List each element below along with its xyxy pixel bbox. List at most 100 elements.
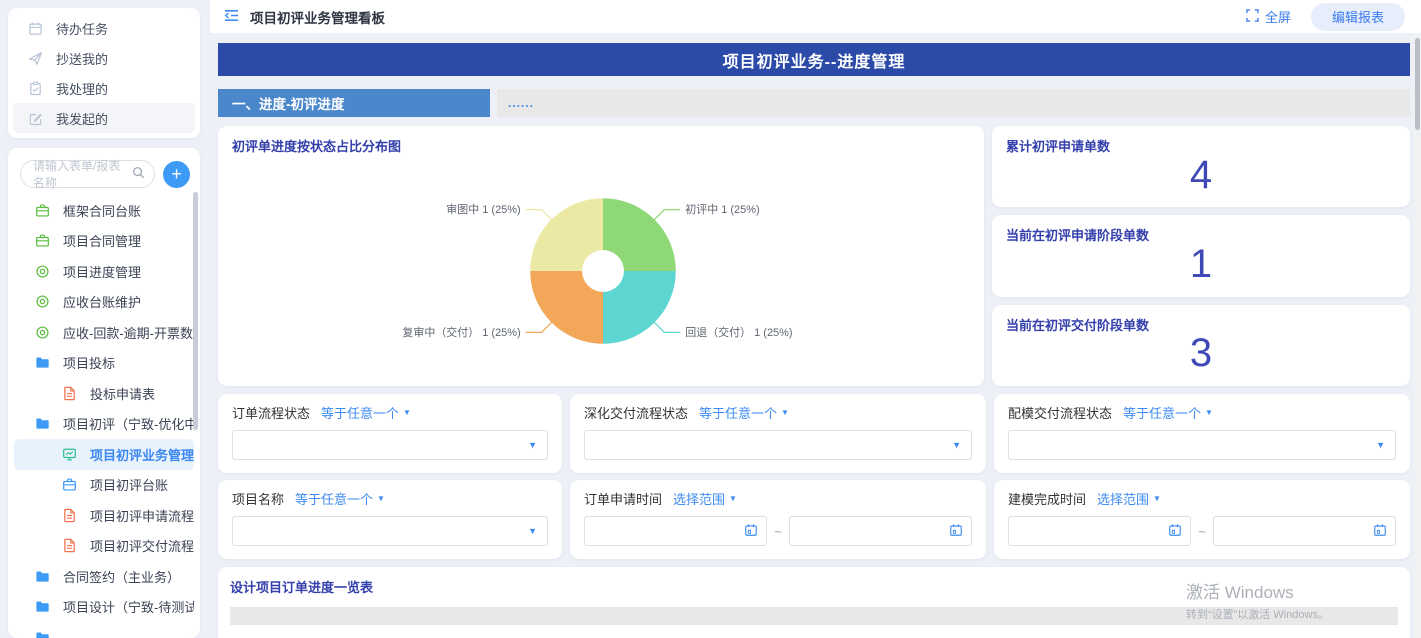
filter-operator-link[interactable]: 等于任意一个 ▼ [1123, 403, 1213, 422]
chevron-down-icon: ▼ [1153, 495, 1161, 503]
filter-operator-text: 等于任意一个 [1123, 403, 1201, 422]
table-title: 设计项目订单进度一览表 [230, 577, 1398, 596]
quick-menu-item-0[interactable]: 待办任务 [13, 13, 195, 43]
sidebar-item-8[interactable]: 项目初评业务管理看板 [14, 439, 194, 470]
search-input[interactable]: 请输入表单/报表名称 [20, 160, 155, 188]
filter-label: 建模完成时间 [1008, 489, 1086, 508]
pie-chart-card: 初评单进度按状态占比分布图 初评中 1 (25%)回退（交付） 1 (25%)复… [218, 126, 984, 386]
calendar-icon [744, 523, 758, 540]
search-placeholder: 请输入表单/报表名称 [33, 157, 132, 191]
quick-menu-item-3[interactable]: 我发起的 [13, 103, 195, 133]
chevron-down-icon: ▼ [729, 495, 737, 503]
sidebar-item-label: 项目初评交付流程表单 [90, 536, 194, 555]
add-form-button[interactable]: + [163, 161, 190, 188]
filter-operator-link[interactable]: 选择范围 ▼ [1097, 489, 1161, 508]
range-separator: ~ [1198, 524, 1206, 539]
filter-operator-link[interactable]: 等于任意一个▼ [699, 403, 789, 422]
pie-chart: 初评中 1 (25%)回退（交付） 1 (25%)复审中（交付） 1 (25%)… [232, 154, 970, 382]
donut-chart-svg: 初评中 1 (25%)回退（交付） 1 (25%)复审中（交付） 1 (25%)… [232, 152, 970, 384]
calendar-check-icon [27, 21, 43, 36]
tab-more[interactable]: ...... [497, 89, 1410, 117]
folder-icon [34, 569, 50, 584]
filter-card-2: 配模交付流程状态等于任意一个 ▼ ▼ [994, 394, 1410, 473]
filter-select[interactable]: ▼ [1008, 430, 1396, 460]
folder-icon [34, 355, 50, 370]
main-area: 项目初评业务管理看板 全屏 编辑报表 项目初评业务--进度管理 一、进度-初评进… [210, 0, 1421, 638]
sidebar-item-label: 项目设计（宁致-待测试） [63, 597, 194, 616]
filter-card-0: 订单流程状态等于任意一个▼▼ [218, 394, 562, 473]
edit-report-button[interactable]: 编辑报表 [1311, 3, 1405, 31]
sidebar-item-6[interactable]: 投标申请表 [14, 378, 194, 409]
main-scrollbar[interactable] [1414, 35, 1421, 638]
filter-operator-link[interactable]: 选择范围▼ [673, 489, 737, 508]
pie-label: 审图中 1 (25%) [446, 202, 520, 216]
sidebar-item-label: 项目进度管理 [63, 262, 141, 281]
top-grid: 初评单进度按状态占比分布图 初评中 1 (25%)回退（交付） 1 (25%)复… [218, 126, 1410, 386]
filter-operator-text: 选择范围 [1097, 489, 1149, 508]
sidebar-item-3[interactable]: 应收台账维护 [14, 287, 194, 318]
dashboard-banner-title: 项目初评业务--进度管理 [218, 43, 1410, 76]
fullscreen-label: 全屏 [1265, 7, 1291, 26]
stat-card-value: 3 [1006, 328, 1396, 380]
dashboard-icon [61, 447, 77, 462]
sidebar-item-4[interactable]: 应收-回款-逾期-开票数据 [14, 317, 194, 348]
sidebar-item-12[interactable]: 合同签约（主业务） [14, 561, 194, 592]
sidebar-item-label: 投标申请表 [90, 384, 155, 403]
stat-cards-column: 累计初评申请单数4当前在初评申请阶段单数1当前在初评交付阶段单数3 [992, 126, 1410, 386]
pie-leader-line [654, 322, 681, 333]
quick-menu-item-2[interactable]: 我处理的 [13, 73, 195, 103]
date-end-input[interactable] [789, 516, 972, 546]
topbar: 项目初评业务管理看板 全屏 编辑报表 [210, 0, 1421, 34]
filter-select[interactable]: ▼ [584, 430, 972, 460]
filter-card-4: 订单申请时间选择范围▼~ [570, 480, 986, 559]
sidebar-item-label: …… [63, 630, 89, 638]
date-end-input[interactable] [1213, 516, 1396, 546]
tab-progress[interactable]: 一、进度-初评进度 [218, 89, 490, 117]
sidebar-item-9[interactable]: 项目初评台账 [14, 470, 194, 501]
page-title: 项目初评业务管理看板 [250, 7, 385, 27]
filter-operator-text: 等于任意一个 [699, 403, 777, 422]
stat-card-1: 当前在初评申请阶段单数1 [992, 215, 1410, 296]
quick-menu-item-1[interactable]: 抄送我的 [13, 43, 195, 73]
sidebar-item-7[interactable]: 项目初评（宁致-优化中） [14, 409, 194, 440]
chevron-down-icon: ▼ [528, 441, 537, 450]
sidebar-item-5[interactable]: 项目投标 [14, 348, 194, 379]
sidebar-scrollbar-thumb[interactable] [193, 192, 198, 430]
filter-select[interactable]: ▼ [232, 516, 548, 546]
sidebar-item-11[interactable]: 项目初评交付流程表单 [14, 531, 194, 562]
main-scrollbar-thumb[interactable] [1415, 38, 1420, 130]
collapse-sidebar-icon[interactable] [223, 8, 240, 26]
filter-operator-link[interactable]: 等于任意一个▼ [321, 403, 411, 422]
section-tabs: 一、进度-初评进度 ...... [218, 89, 1410, 117]
briefcase-icon [34, 233, 50, 248]
stat-card-0: 累计初评申请单数4 [992, 126, 1410, 207]
sidebar-item-label: 项目合同管理 [63, 231, 141, 250]
sidebar: 待办任务抄送我的我处理的我发起的 请输入表单/报表名称 + 框架合同台账项目合同… [0, 0, 210, 638]
sidebar-item-1[interactable]: 项目合同管理 [14, 226, 194, 257]
form-menu-list: 框架合同台账项目合同管理项目进度管理应收台账维护应收-回款-逾期-开票数据项目投… [8, 195, 200, 638]
sidebar-item-13[interactable]: 项目设计（宁致-待测试） [14, 592, 194, 623]
sidebar-item-2[interactable]: 项目进度管理 [14, 256, 194, 287]
folder-icon [34, 416, 50, 431]
quick-menu-label: 待办任务 [56, 19, 108, 38]
filter-operator-link[interactable]: 等于任意一个▼ [295, 489, 385, 508]
quick-menu-label: 抄送我的 [56, 49, 108, 68]
chevron-down-icon: ▼ [1205, 409, 1213, 417]
pie-label: 回退（交付） 1 (25%) [685, 325, 792, 339]
target-icon [34, 264, 50, 279]
send-icon [27, 51, 43, 66]
app-root: 待办任务抄送我的我处理的我发起的 请输入表单/报表名称 + 框架合同台账项目合同… [0, 0, 1421, 638]
date-start-input[interactable] [1008, 516, 1191, 546]
search-icon [132, 166, 145, 182]
clipboard-check-icon [27, 81, 43, 96]
fullscreen-button[interactable]: 全屏 [1246, 7, 1291, 26]
topbar-actions: 全屏 编辑报表 [1246, 3, 1405, 31]
filter-daterange: ~ [1008, 516, 1396, 546]
sidebar-item-10[interactable]: 项目初评申请流程表单 [14, 500, 194, 531]
sidebar-item-14[interactable]: …… [14, 622, 194, 638]
filter-select[interactable]: ▼ [232, 430, 548, 460]
date-start-input[interactable] [584, 516, 767, 546]
filter-label: 配模交付流程状态 [1008, 403, 1112, 422]
calendar-icon [1373, 523, 1387, 540]
sidebar-item-0[interactable]: 框架合同台账 [14, 195, 194, 226]
